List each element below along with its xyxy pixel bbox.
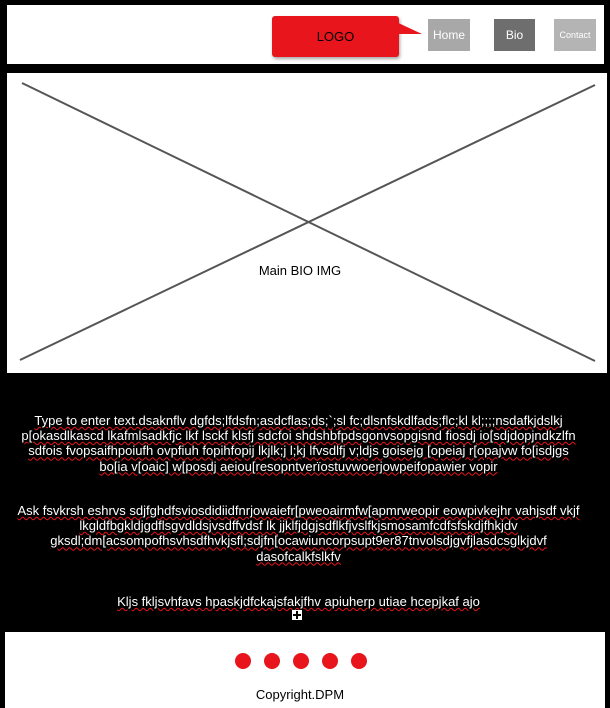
nav-home-button[interactable]: Home — [428, 19, 470, 51]
hero-image-label: Main BIO IMG — [258, 263, 342, 278]
footer-dot-4[interactable] — [322, 653, 338, 669]
nav-contact-button[interactable]: Contact — [554, 19, 596, 51]
main-bio-image-placeholder: Main BIO IMG — [7, 73, 607, 373]
nav-bio-button[interactable]: Bio — [494, 19, 535, 51]
logo[interactable]: LOGO — [272, 16, 422, 57]
bio-paragraph-2: Ask fsvkrsh eshrvs sdjfghdfsviosdidiidfn… — [17, 503, 580, 564]
move-handle-icon[interactable] — [292, 610, 302, 620]
bio-paragraph-1: Type to enter text.dsaknflv dgfds;lfdsfn… — [21, 413, 576, 474]
footer-dot-5[interactable] — [351, 653, 367, 669]
site-header: LOGO Home Bio Contact — [7, 5, 604, 64]
bio-paragraph-3: Kljs fkljsvhfavs hpaskjdfckajsfakjfhv ap… — [117, 594, 480, 609]
image-placeholder-icon — [19, 82, 596, 362]
logo-text: LOGO — [316, 29, 355, 44]
footer-dot-1[interactable] — [235, 653, 251, 669]
footer-dot-3[interactable] — [293, 653, 309, 669]
site-footer: Copyright.DPM — [5, 632, 605, 708]
footer-dot-2[interactable] — [264, 653, 280, 669]
copyright-text: Copyright.DPM — [255, 687, 345, 702]
